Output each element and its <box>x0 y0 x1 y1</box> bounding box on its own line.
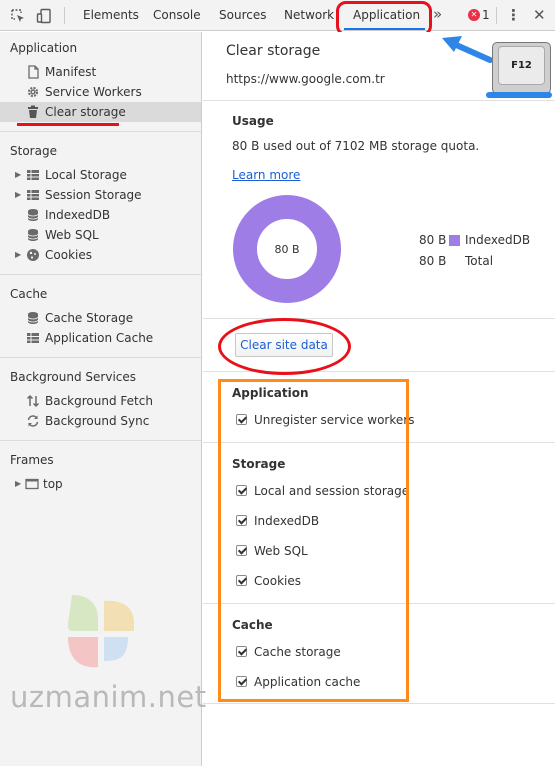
sidebar-section-frames: Frames <box>10 453 54 467</box>
sidebar-item-label: Cookies <box>45 248 92 262</box>
close-devtools-button[interactable]: ✕ <box>533 0 546 31</box>
sync-icon <box>27 415 39 427</box>
frame-icon <box>25 478 39 490</box>
expand-triangle-icon[interactable]: ▶ <box>15 185 21 205</box>
error-icon[interactable]: ✕ <box>468 9 480 21</box>
legend-name: IndexedDB <box>465 233 531 247</box>
annotation-clear-storage-underline <box>17 123 119 126</box>
sidebar-item-label: Background Fetch <box>45 394 153 408</box>
sidebar-item-clear-storage[interactable]: Clear storage <box>0 102 201 122</box>
sidebar-item-label: Web SQL <box>45 228 99 242</box>
legend-name: Total <box>465 254 494 268</box>
database-icon <box>27 229 39 241</box>
gear-icon <box>27 86 39 98</box>
file-icon <box>28 65 39 79</box>
watermark-text: uzmanim.net <box>10 680 207 714</box>
sidebar-item-label: IndexedDB <box>45 208 111 222</box>
sidebar-section-storage: Storage <box>10 144 57 158</box>
f12-key-icon: F12 <box>492 42 551 94</box>
sidebar-item-label: Local Storage <box>45 168 127 182</box>
expand-triangle-icon[interactable]: ▶ <box>15 165 21 185</box>
tab-network[interactable]: Network <box>284 0 334 31</box>
usage-summary: 80 B used out of 7102 MB storage quota. <box>232 139 480 153</box>
device-toggle-icon[interactable] <box>36 8 52 24</box>
grid-icon <box>27 190 39 200</box>
sidebar-item-label: Cache Storage <box>45 311 134 325</box>
section-divider <box>203 703 555 704</box>
sidebar-item-cookies[interactable]: ▶ Cookies <box>0 245 201 265</box>
donut-center-label: 80 B <box>274 243 299 256</box>
annotation-clear-button-highlight <box>218 318 351 375</box>
tab-console[interactable]: Console <box>153 0 201 31</box>
grid-icon <box>27 170 39 180</box>
sidebar-item-label: top <box>43 477 63 491</box>
sidebar-item-application-cache[interactable]: Application Cache <box>0 328 201 348</box>
origin-url: https://www.google.com.tr <box>226 72 385 86</box>
sidebar-divider <box>0 274 201 275</box>
annotation-options-highlight <box>218 379 409 702</box>
database-icon <box>27 312 39 324</box>
more-options-button[interactable]: ⋮ <box>506 0 521 31</box>
sidebar-item-local-storage[interactable]: ▶ Local Storage <box>0 165 201 185</box>
legend-swatch <box>449 235 460 246</box>
cookie-icon <box>27 249 39 261</box>
sidebar-section-background-services: Background Services <box>10 370 137 384</box>
sidebar-item-label: Background Sync <box>45 414 150 428</box>
annotation-blue-underline <box>486 92 552 98</box>
sidebar-divider <box>0 440 201 441</box>
page-title: Clear storage <box>226 43 321 59</box>
learn-more-link[interactable]: Learn more <box>232 168 300 182</box>
sidebar-item-label: Manifest <box>45 65 97 79</box>
sidebar-divider <box>0 357 201 358</box>
watermark-logo-icon <box>68 594 134 668</box>
sidebar-item-indexeddb[interactable]: IndexedDB <box>0 205 201 225</box>
sidebar-section-application: Application <box>10 41 78 55</box>
sidebar-item-label: Service Workers <box>45 85 142 99</box>
tab-sources[interactable]: Sources <box>219 0 266 31</box>
inspect-element-icon[interactable] <box>10 8 26 24</box>
section-divider <box>203 100 555 101</box>
sidebar-item-background-sync[interactable]: Background Sync <box>0 411 201 431</box>
legend-value: 80 B <box>419 233 447 247</box>
sidebar-item-cache-storage[interactable]: Cache Storage <box>0 308 201 328</box>
sidebar-item-service-workers[interactable]: Service Workers <box>0 82 201 102</box>
sidebar-item-session-storage[interactable]: ▶ Session Storage <box>0 185 201 205</box>
toolbar-separator <box>64 7 65 24</box>
sidebar-divider <box>0 131 201 132</box>
sidebar-item-label: Clear storage <box>45 105 126 119</box>
f12-key-label: F12 <box>498 46 545 85</box>
sidebar-item-manifest[interactable]: Manifest <box>0 62 201 82</box>
usage-donut-chart: 80 B <box>233 195 341 303</box>
expand-triangle-icon[interactable]: ▶ <box>15 474 21 494</box>
toolbar-separator <box>496 7 497 24</box>
sidebar-section-cache: Cache <box>10 287 48 301</box>
sidebar-item-background-fetch[interactable]: Background Fetch <box>0 391 201 411</box>
tab-elements[interactable]: Elements <box>83 0 139 31</box>
blue-arrow-icon <box>442 36 492 63</box>
sidebar-item-label: Session Storage <box>45 188 142 202</box>
annotation-tab-highlight <box>336 1 432 36</box>
grid-icon <box>27 333 39 343</box>
database-icon <box>27 209 39 221</box>
trash-icon <box>28 105 38 118</box>
error-count[interactable]: 1 <box>482 0 490 31</box>
arrows-updown-icon <box>26 394 40 408</box>
more-tabs-button[interactable]: » <box>433 0 442 31</box>
sidebar-item-top-frame[interactable]: ▶ top <box>0 474 201 494</box>
legend-value: 80 B <box>419 254 447 268</box>
usage-heading: Usage <box>232 114 274 128</box>
sidebar-item-web-sql[interactable]: Web SQL <box>0 225 201 245</box>
section-divider <box>203 318 555 319</box>
expand-triangle-icon[interactable]: ▶ <box>15 245 21 265</box>
sidebar-item-label: Application Cache <box>45 331 154 345</box>
devtools-toolbar: Elements Console Sources Network Applica… <box>0 0 555 36</box>
